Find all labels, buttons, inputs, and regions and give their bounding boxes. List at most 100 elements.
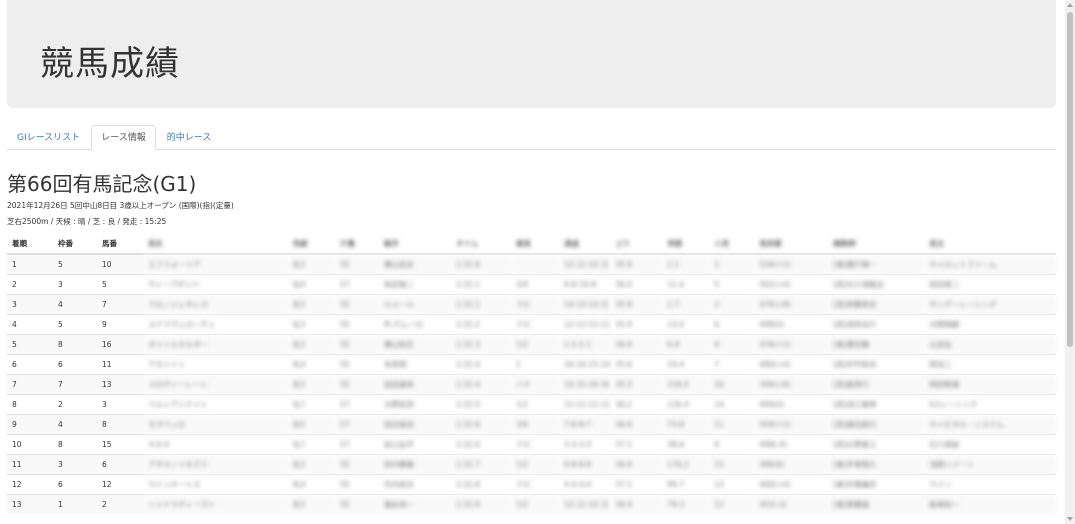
cell-umaban: 11 bbox=[97, 353, 143, 374]
column-header: 上り bbox=[610, 233, 663, 255]
cell-masked: 55 bbox=[335, 493, 379, 514]
cell-masked: 15-15-16-16 bbox=[559, 373, 611, 394]
cell-masked: 126.4 bbox=[662, 393, 710, 414]
tab-race-info[interactable]: レース情報 bbox=[91, 125, 156, 150]
cell-masked: 55 bbox=[335, 333, 379, 354]
cell-masked: 9-8-8-8 bbox=[559, 453, 611, 474]
cell-masked: 牡3 bbox=[288, 253, 335, 274]
cell-masked: 99.7 bbox=[662, 473, 710, 494]
column-header: 騎手 bbox=[379, 233, 451, 255]
column-header: 斤量 bbox=[335, 233, 379, 255]
table-row: 2 3 5 ディープボンド 牡4 57 和田竜二 2:32.1 3/4 9-8-10-8 36.0 1… bbox=[7, 273, 1056, 294]
cell-masked: 2:32.4 bbox=[451, 373, 511, 394]
scroll-thumb[interactable] bbox=[1067, 12, 1073, 347]
cell-masked: 494(0) bbox=[754, 393, 829, 414]
cell-masked: 516(+2) bbox=[754, 253, 829, 274]
cell-waku: 5 bbox=[53, 253, 97, 274]
cell-masked: 57 bbox=[335, 413, 379, 434]
column-header: 性齢 bbox=[288, 233, 335, 255]
cell-masked: 2:32.6 bbox=[451, 433, 511, 454]
cell-masked: 2.7 bbox=[662, 293, 710, 314]
cell-masked: 4 bbox=[709, 333, 755, 354]
table-row: 4 5 9 ステラヴェローチェ 牡3 55 M.デムーロ 2:32.2 クビ 12-12-12-1… bbox=[7, 313, 1056, 334]
cell-masked: 幸英明 bbox=[379, 353, 451, 374]
cell-masked: 16 bbox=[709, 373, 755, 394]
tab-winning-races[interactable]: 的中レース bbox=[157, 125, 222, 149]
cell-masked: 15 bbox=[709, 453, 755, 474]
scroll-down-arrow-icon[interactable] bbox=[1067, 517, 1073, 521]
cell-masked: 1/2 bbox=[511, 393, 559, 414]
cell-masked: 3-3-3-3 bbox=[559, 433, 611, 454]
cell-masked: ハナ bbox=[511, 373, 559, 394]
cell-masked: クロノジェネシス bbox=[143, 293, 288, 314]
cell-masked: 37.1 bbox=[610, 473, 663, 494]
cell-waku: 6 bbox=[53, 353, 97, 374]
cell-rank: 11 bbox=[7, 453, 53, 474]
cell-umaban: 12 bbox=[97, 473, 143, 494]
cell-masked: 14 bbox=[709, 393, 755, 414]
cell-waku: 4 bbox=[53, 293, 97, 314]
cell-masked: 大野剛嗣 bbox=[924, 313, 1056, 334]
cell-rank: 3 bbox=[7, 293, 53, 314]
cell-masked: [東]宗像義忠 bbox=[828, 473, 925, 494]
cell-masked: 73.8 bbox=[662, 413, 710, 434]
cell-masked: [西]辻野泰之 bbox=[828, 433, 925, 454]
cell-masked: 岡浩二 bbox=[924, 353, 1056, 374]
cell-masked: 170.2 bbox=[662, 453, 710, 474]
cell-masked: 216.5 bbox=[662, 373, 710, 394]
cell-masked: 36.4 bbox=[610, 493, 663, 514]
cell-masked: 486(0) bbox=[754, 453, 829, 474]
scroll-up-arrow-icon[interactable] bbox=[1067, 3, 1073, 7]
cell-umaban: 10 bbox=[97, 253, 143, 274]
cell-masked: 480(+4) bbox=[754, 353, 829, 374]
column-header: 馬名 bbox=[143, 233, 288, 255]
cell-masked: 504(+2) bbox=[754, 413, 829, 434]
cell-rank: 10 bbox=[7, 433, 53, 454]
cell-masked: 55 bbox=[335, 293, 379, 314]
cell-masked: 石川達絵 bbox=[924, 433, 1056, 454]
cell-masked: 38.6 bbox=[662, 433, 710, 454]
cell-rank: 6 bbox=[7, 353, 53, 374]
cell-masked: 牝5 bbox=[288, 373, 335, 394]
cell-masked: 55 bbox=[335, 373, 379, 394]
column-header: 着差 bbox=[511, 233, 559, 255]
cell-umaban: 9 bbox=[97, 313, 143, 334]
cell-masked: 岩田望来 bbox=[379, 373, 451, 394]
vertical-scrollbar[interactable] bbox=[1065, 0, 1075, 524]
cell-masked: 牡5 bbox=[288, 413, 335, 434]
cell-masked: 35.6 bbox=[610, 353, 663, 374]
cell-masked: 37.1 bbox=[610, 433, 663, 454]
cell-masked: クビ bbox=[511, 473, 559, 494]
cell-masked: 9 bbox=[709, 433, 755, 454]
column-header: 馬主 bbox=[924, 233, 1056, 255]
race-info-date: 2021年12月26日 5回中山8日目 3歳以上オープン (国際)(指)(定量) bbox=[7, 201, 234, 210]
cell-masked: 2 bbox=[709, 293, 755, 314]
cell-masked: 2:32.0 bbox=[451, 253, 511, 274]
cell-masked: クビ bbox=[511, 293, 559, 314]
cell-masked: [東]手塚貴久 bbox=[828, 453, 925, 474]
cell-masked: 2:32.2 bbox=[451, 313, 511, 334]
cell-masked: 55 bbox=[335, 453, 379, 474]
cell-masked: 松山弘平 bbox=[379, 433, 451, 454]
cell-masked: キセキ bbox=[143, 433, 288, 454]
cell-masked: 1/2 bbox=[511, 333, 559, 354]
table-row: 11 3 6 アサマノイタズラ 牡3 55 田中勝春 2:32.7 1/2 9-8-8-8 36.9… bbox=[7, 453, 1056, 474]
cell-masked: 3/4 bbox=[511, 413, 559, 434]
cell-masked: 9-8-10-8 bbox=[559, 273, 611, 294]
cell-masked: 13.0 bbox=[662, 313, 710, 334]
results-table: 着順 枠番 馬番 馬名 性齢 斤量 騎手 タイム 着差 通過 上り 単勝 人気 馬体重 調教師 馬主 1 5 10… bbox=[7, 233, 1056, 514]
cell-masked: 19.4 bbox=[662, 353, 710, 374]
cell-masked: 2:32.9 bbox=[451, 493, 511, 514]
cell-masked: 6.9 bbox=[662, 333, 710, 354]
cell-masked: 57 bbox=[335, 273, 379, 294]
cell-masked: 36.9 bbox=[610, 333, 663, 354]
cell-masked: 横山和生 bbox=[379, 333, 451, 354]
column-header: 馬体重 bbox=[754, 233, 829, 255]
cell-masked: キャピタル・システム bbox=[924, 413, 1056, 434]
cell-masked: 498(-4) bbox=[754, 433, 829, 454]
cell-waku: 5 bbox=[53, 313, 97, 334]
cell-masked: M.デムーロ bbox=[379, 313, 451, 334]
cell-masked: ウイン bbox=[924, 473, 1056, 494]
tab-g1-race-list[interactable]: GIレースリスト bbox=[7, 125, 90, 149]
cell-masked: ディープボンド bbox=[143, 273, 288, 294]
